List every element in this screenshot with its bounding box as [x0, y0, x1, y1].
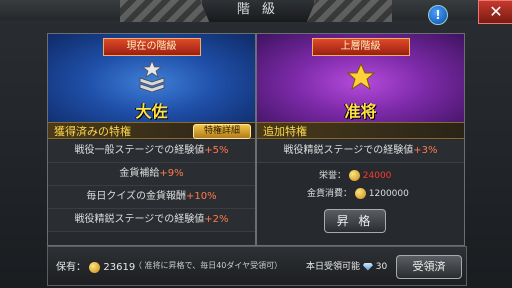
page-title: 階 級 — [200, 0, 316, 22]
diamond-icon — [362, 262, 373, 271]
perk-row: 戦役一般ステージでの経験値+5% — [48, 140, 255, 163]
perk-text: 戦役一般ステージでの経験値 — [74, 145, 205, 156]
honor-medal-icon — [348, 170, 360, 181]
honor-label: 栄誉： — [319, 171, 347, 181]
perk-text: 金貨補給 — [119, 168, 160, 179]
current-rank-panel: 現在の階級 大佐 獲得済みの特権 特権詳細 戦役一般ステージでの経験値+5% 金… — [47, 33, 256, 246]
gold-label: 金貨消費： — [307, 189, 353, 199]
promote-button[interactable]: 昇 格 — [324, 209, 386, 233]
owned-label: 保有： — [56, 262, 86, 273]
honor-value: 24000 — [362, 171, 392, 181]
perk-row: 戦役精鋭ステージでの経験値+3% — [257, 140, 464, 163]
today-claimable: 本日受領可能 30 — [306, 259, 387, 272]
perk-row: 金貨補給+9% — [48, 163, 255, 186]
perk-bonus: +10% — [186, 191, 217, 202]
perk-text: 毎日クイズの金貨報酬 — [86, 191, 187, 202]
perk-bonus: +3% — [413, 145, 438, 156]
perk-details-button[interactable]: 特権詳細 — [193, 124, 251, 139]
current-perks-header-label: 獲得済みの特権 — [54, 125, 131, 138]
today-value: 30 — [375, 262, 388, 272]
perk-row: 毎日クイズの金貨報酬+10% — [48, 186, 255, 209]
honor-cost: 栄誉： 24000 — [319, 168, 391, 181]
next-rank-hero: 上層階級 准将 — [257, 34, 464, 122]
honor-medal-icon — [89, 261, 101, 273]
colonel-insignia-icon — [139, 60, 164, 93]
owned-honor: 保有： 23619 — [56, 258, 135, 273]
next-rank-tag: 上層階級 — [311, 38, 410, 56]
perk-bonus: +2% — [204, 214, 229, 225]
gold-cost: 金貨消費： 1200000 — [307, 186, 409, 199]
current-rank-name: 大佐 — [135, 102, 168, 121]
next-rank-name: 准将 — [344, 102, 377, 121]
gold-coins-icon — [354, 188, 366, 199]
close-icon[interactable]: ✕ — [478, 0, 512, 24]
current-perks-header: 獲得済みの特権 特権詳細 — [48, 122, 255, 139]
current-rank-hero: 現在の階級 大佐 — [48, 34, 255, 122]
receive-button[interactable]: 受領済 — [396, 255, 462, 279]
brigadier-star-icon — [346, 62, 375, 91]
promotion-note: （ 准将に昇格で、毎日40ダイヤ受領可） — [134, 261, 283, 270]
next-perks-header-label: 追加特権 — [263, 125, 307, 138]
perk-bonus: +9% — [159, 168, 184, 179]
today-label: 本日受領可能 — [306, 262, 361, 272]
next-rank-panel: 上層階級 准将 追加特権 戦役精鋭ステージでの経験値+3% 栄誉： 24000 … — [256, 33, 465, 246]
perk-text: 戦役精鋭ステージでの経験値 — [74, 214, 205, 225]
perk-text: 戦役精鋭ステージでの経験値 — [283, 145, 414, 156]
info-icon[interactable]: ! — [428, 5, 448, 25]
owned-value: 23619 — [103, 262, 136, 273]
gold-value: 1200000 — [368, 189, 409, 199]
next-perks-header: 追加特権 — [257, 122, 464, 139]
perk-row: 戦役精鋭ステージでの経験値+2% — [48, 209, 255, 232]
current-rank-tag: 現在の階級 — [102, 38, 201, 56]
perk-bonus: +5% — [204, 145, 229, 156]
